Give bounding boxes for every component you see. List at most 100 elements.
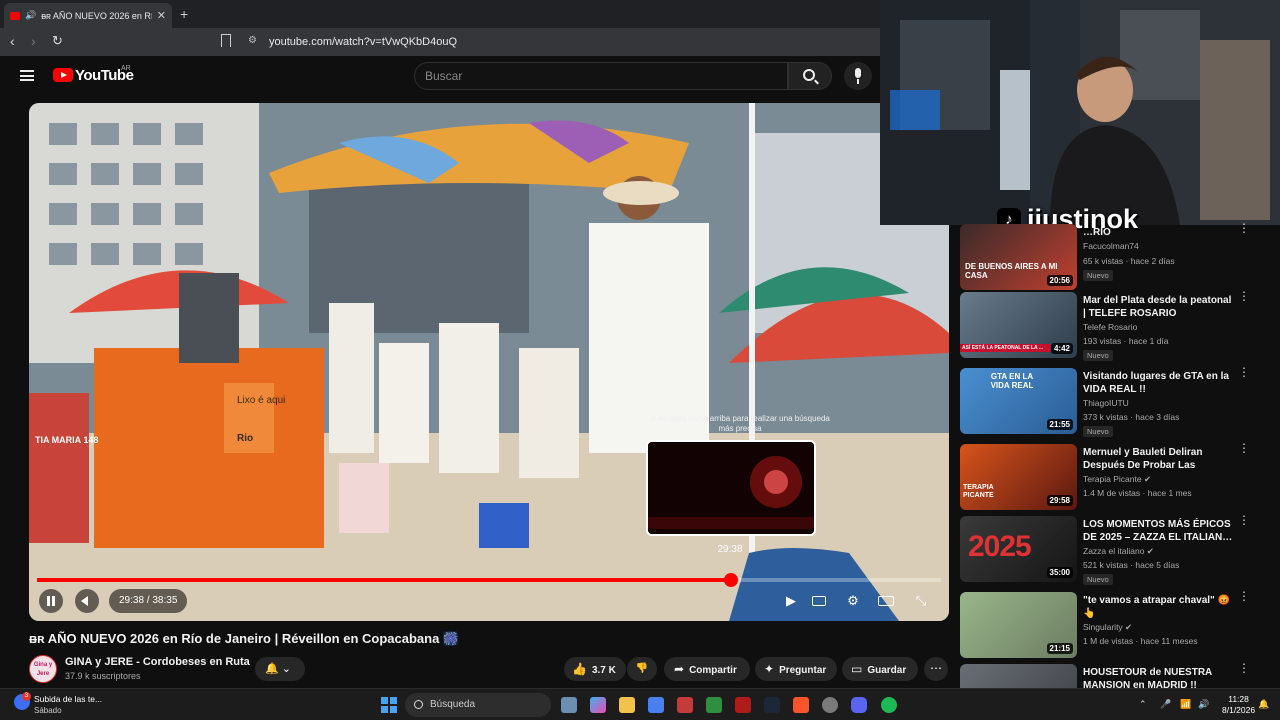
recommendation-thumbnail[interactable]: 2025 35:00 (960, 516, 1077, 582)
video-player[interactable]: Lixo é aqui Rio TIA MARIA 148 ® Arrastra… (29, 103, 949, 621)
discord-icon[interactable] (851, 697, 867, 713)
brave-browser-icon[interactable] (793, 697, 809, 713)
volume-button[interactable] (75, 589, 99, 613)
recommendation-thumbnail[interactable]: TERAPIA PICANTE 29:58 (960, 444, 1077, 510)
autoplay-toggle-icon[interactable]: ▶ (781, 591, 801, 611)
app-icon[interactable] (822, 697, 838, 713)
pause-button[interactable] (39, 589, 63, 613)
app-icon[interactable] (735, 697, 751, 713)
more-options-icon[interactable]: ⋮ (1238, 662, 1250, 674)
site-info-icon[interactable]: ⚙ (248, 35, 257, 46)
file-explorer-icon[interactable] (619, 697, 635, 713)
more-options-icon[interactable]: ⋮ (1238, 590, 1250, 602)
clock-date: 8/1/2026 (1222, 705, 1256, 715)
recommendation-title[interactable]: LOS MOMENTOS MÁS ÉPICOS DE 2025 – ZAZZA … (1083, 518, 1233, 544)
bookmark-icon[interactable] (221, 34, 231, 47)
volume-tray-icon[interactable]: 🔊 (1198, 699, 1209, 710)
notifications-bell-button[interactable]: 🔔 ⌄ (255, 657, 305, 681)
voice-search-mic-icon[interactable] (844, 62, 872, 90)
bin-sign-brand: Rio (237, 433, 253, 444)
share-button[interactable]: ➦ Compartir (664, 657, 750, 681)
ask-button[interactable]: ✦ Preguntar (755, 657, 837, 681)
recommendation-title[interactable]: Mar del Plata desde la peatonal | TELEFE… (1083, 294, 1233, 320)
recommendation-channel[interactable]: Terapia Picante ✔ (1083, 474, 1151, 485)
umbrella-text: TIA MARIA 148 (35, 435, 98, 445)
steam-icon[interactable] (764, 697, 780, 713)
store-icon[interactable] (648, 697, 664, 713)
recommendation-title[interactable]: …RIO (1083, 226, 1233, 239)
recommendation-item[interactable]: GTA EN LA VIDA REAL 21:55 Visitando luga… (960, 366, 1280, 437)
app-icon[interactable] (677, 697, 693, 713)
recommendation-title[interactable]: HOUSETOUR de NUESTRA MANSION en MADRID !… (1083, 666, 1233, 688)
subscriber-count: 37.9 k suscriptores (65, 671, 141, 681)
taskbar-search[interactable]: Búsqueda (405, 693, 551, 717)
system-clock[interactable]: 11:28 8/1/2026 (1222, 694, 1255, 716)
more-options-icon[interactable]: ⋮ (1238, 290, 1250, 302)
search-input[interactable]: Buscar (414, 62, 788, 90)
recommendation-item[interactable]: DE BUENOS AIRES A MI CASA 20:56 …RIO Fac… (960, 222, 1280, 292)
duration-badge: 29:58 (1046, 495, 1073, 506)
youtube-logo-icon[interactable] (53, 68, 73, 82)
recommendation-channel[interactable]: Telefe Rosario (1083, 322, 1137, 332)
more-options-icon[interactable]: ⋮ (1238, 514, 1250, 526)
url-text[interactable]: youtube.com/watch?v=tVwQKbD4ouQ (269, 36, 457, 48)
subtitles-button[interactable] (809, 591, 829, 611)
search-button[interactable] (788, 62, 832, 90)
recommendation-item[interactable]: TERAPIA PICANTE 29:58 Mernuel y Bauleti … (960, 442, 1280, 512)
recommendation-channel[interactable]: Zazza el italiano ✔ (1083, 546, 1154, 557)
recommendation-title[interactable]: Visitando lugares de GTA en la VIDA REAL… (1083, 370, 1233, 396)
back-icon[interactable]: ‹ (10, 33, 15, 49)
recommendation-meta: 1 M de vistas · hace 11 meses (1083, 636, 1198, 646)
hamburger-menu-icon[interactable] (20, 70, 34, 81)
copilot-icon[interactable] (590, 697, 606, 713)
recommendation-item[interactable]: 21:15 "te vamos a atrapar chaval" 😡👆 Sin… (960, 590, 1280, 660)
more-options-icon[interactable]: ⋮ (1238, 442, 1250, 454)
recommendation-item[interactable]: HOUSETOUR de NUESTRA MANSION en MADRID !… (960, 662, 1280, 688)
channel-name[interactable]: GINA y JERE - Cordobeses en Ruta (65, 656, 250, 668)
theater-mode-button[interactable] (876, 591, 896, 611)
reload-icon[interactable]: ↻ (52, 33, 63, 49)
settings-gear-icon[interactable]: ⚙ (843, 591, 863, 611)
seek-bar[interactable] (37, 573, 941, 587)
dislike-button[interactable]: 👎 (627, 657, 657, 681)
fullscreen-icon[interactable]: ⤡ (911, 591, 931, 611)
recommendation-thumbnail[interactable]: ASÍ ESTÁ LA PEATONAL DE LA ... 4:42 (960, 292, 1077, 358)
recommendation-thumbnail[interactable]: DE BUENOS AIRES A MI CASA 20:56 (960, 224, 1077, 290)
photos-app-icon[interactable] (561, 697, 577, 713)
minecraft-icon[interactable] (706, 697, 722, 713)
notification-subtitle: Sábado (34, 706, 62, 715)
bin-sign-text: Lixo é aqui (237, 395, 285, 406)
more-actions-icon[interactable]: ⋯ (924, 657, 948, 681)
recommendation-thumbnail[interactable]: 21:15 (960, 592, 1077, 658)
close-tab-icon[interactable]: ✕ (157, 9, 166, 22)
new-tab-button[interactable]: + (180, 6, 188, 22)
wifi-icon[interactable]: 📶 (1180, 699, 1191, 710)
channel-avatar[interactable]: Gina y Jere (29, 655, 57, 683)
recommendation-channel[interactable]: ThiagoIUTU (1083, 398, 1129, 408)
save-button[interactable]: ▭ Guardar (842, 657, 918, 681)
recommendation-channel[interactable]: Singularity ✔ (1083, 622, 1132, 633)
more-options-icon[interactable]: ⋮ (1238, 222, 1250, 234)
notifications-bell-icon[interactable]: 🔔 (1258, 699, 1269, 710)
microphone-tray-icon[interactable]: 🎤 (1160, 699, 1171, 710)
thumbnail-text: TERAPIA PICANTE (963, 484, 994, 499)
spotify-icon[interactable] (881, 697, 897, 713)
browser-tab[interactable]: 🔊 ᴃʀ AÑO NUEVO 2026 en Río de ✕ (4, 3, 172, 28)
speaker-icon[interactable]: 🔊 (25, 10, 36, 21)
recommendation-thumbnail[interactable]: GTA EN LA VIDA REAL 21:55 (960, 368, 1077, 434)
recommendation-title[interactable]: Mernuel y Bauleti Deliran Después De Pro… (1083, 446, 1233, 473)
recommendation-title[interactable]: "te vamos a atrapar chaval" 😡👆 (1083, 594, 1233, 620)
duration-badge: 20:56 (1046, 275, 1073, 286)
webcam-frame (880, 0, 1280, 225)
tray-chevron-icon[interactable]: ⌃ (1139, 699, 1147, 710)
windows-start-icon[interactable] (381, 697, 397, 713)
like-button[interactable]: 👍 3.7 K (564, 657, 626, 681)
recommendation-channel[interactable]: Facucolman74 (1083, 241, 1139, 251)
recommendation-thumbnail[interactable] (960, 664, 1077, 688)
recommendation-item[interactable]: 2025 35:00 LOS MOMENTOS MÁS ÉPICOS DE 20… (960, 514, 1280, 585)
recommendation-item[interactable]: ASÍ ESTÁ LA PEATONAL DE LA ... 4:42 Mar … (960, 290, 1280, 361)
more-options-icon[interactable]: ⋮ (1238, 366, 1250, 378)
notification-title[interactable]: Subida de las te... (34, 694, 102, 704)
forward-icon[interactable]: › (31, 33, 36, 49)
seek-hover-time: 29:38 (717, 544, 743, 555)
